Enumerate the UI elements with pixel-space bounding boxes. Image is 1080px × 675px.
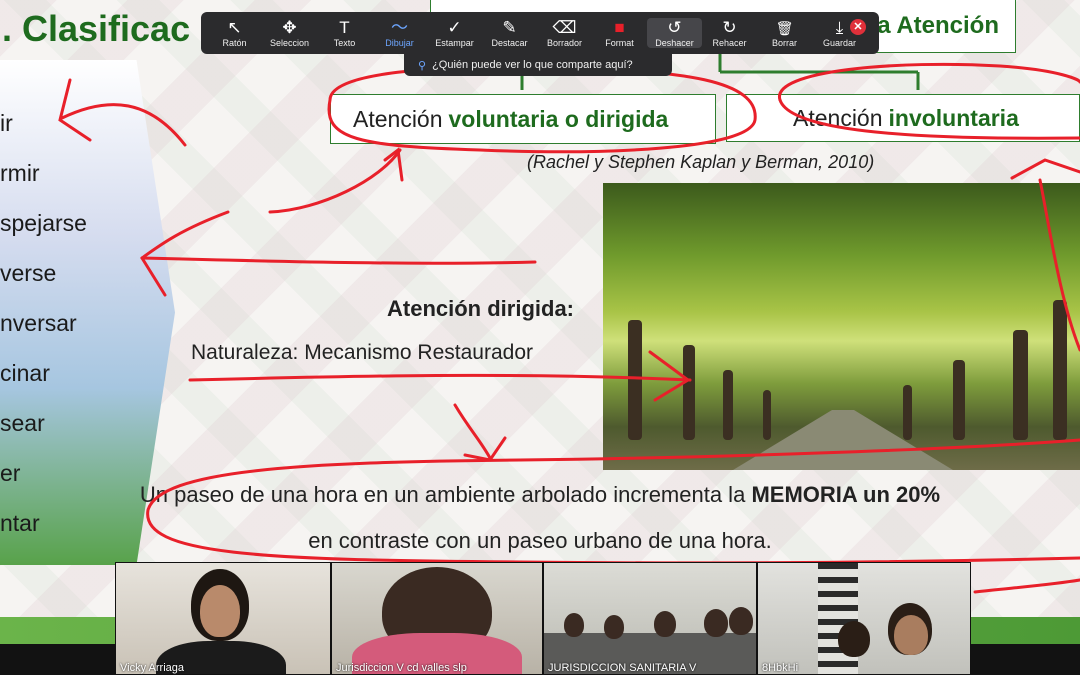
trash-icon: 🗑 (775, 20, 794, 36)
user-lock-icon: ⚲ (418, 59, 427, 72)
tool-label: Guardar (822, 38, 857, 48)
tool-label: Rehacer (712, 38, 747, 48)
format-tool[interactable]: ■ Format (592, 18, 647, 48)
tool-label: Borrador (546, 38, 582, 48)
voluntary-attention-box: Atención voluntaria o dirigida (330, 94, 716, 144)
participant-tile[interactable]: Jurisdiccion V cd valles slp (331, 562, 543, 675)
tool-label: Format (605, 38, 634, 48)
participant-tile[interactable]: Vicky Arriaga (115, 562, 331, 675)
move-icon: ✥ (282, 18, 297, 37)
select-tool[interactable]: ✥ Seleccion (262, 18, 317, 48)
squiggle-icon: 〜 (391, 18, 408, 37)
statement-text: Un paseo de una hora en un ambiente arbo… (139, 482, 746, 507)
redo-tool[interactable]: ↻ Rehacer (702, 18, 757, 48)
checkmark-icon: ✓ (447, 18, 462, 37)
box-emphasis: involuntaria (888, 104, 1019, 131)
slide-title: . Clasificac (2, 8, 191, 49)
statement-emphasis: MEMORIA un 20% (751, 482, 941, 507)
attention-class-label: a Atención (877, 12, 999, 39)
redo-icon: ↻ (722, 18, 737, 37)
tool-label: Seleccion (269, 38, 310, 48)
verb-item: nversar (0, 310, 77, 336)
participant-name: Jurisdiccion V cd valles slp (336, 662, 467, 674)
involuntary-attention-box: Atención involuntaria (726, 94, 1080, 142)
spotlight-icon: ✎ (502, 18, 517, 37)
verb-item: ir (0, 110, 13, 136)
annotation-toolbar: ↖ Ratón ✥ Seleccion T Texto 〜 Dibujar ✓ Estam… (201, 12, 879, 54)
shared-slide: ir rmir spejarse verse nversar cinar sea… (0, 0, 1080, 675)
tool-label: Borrar (771, 38, 797, 48)
eraser-tool[interactable]: ⌫ Borrador (537, 18, 592, 48)
share-visibility-notice[interactable]: ⚲ ¿Quién puede ver lo que comparte aquí? (404, 54, 672, 76)
box-label: Atención (793, 104, 883, 131)
citation: (Rachel y Stephen Kaplan y Berman, 2010) (527, 152, 875, 172)
undo-icon: ↺ (667, 18, 682, 37)
text-tool[interactable]: T Texto (317, 18, 372, 48)
memory-statement-line2: en contraste con un paseo urbano de una … (308, 528, 772, 553)
tool-label: Deshacer (655, 38, 694, 48)
participant-name: JURISDICCION SANITARIA V (548, 662, 697, 674)
verb-item: rmir (0, 160, 40, 186)
verb-item: cinar (0, 360, 50, 386)
participant-tile[interactable]: 8HbkHi (757, 562, 971, 675)
verb-item: verse (0, 260, 57, 286)
eraser-icon: ⌫ (552, 18, 577, 37)
color-swatch-icon: ■ (614, 18, 625, 37)
stamp-tool[interactable]: ✓ Estampar (427, 18, 482, 48)
tool-label: Estampar (435, 38, 474, 48)
verb-item: sear (0, 410, 45, 436)
nature-mechanism-text: Naturaleza: Mecanismo Restaurador (191, 341, 533, 364)
undo-tool[interactable]: ↺ Deshacer (647, 18, 702, 48)
mouse-tool[interactable]: ↖ Ratón (207, 18, 262, 48)
tool-label: Texto (333, 38, 356, 48)
participant-name: 8HbkHi (762, 662, 799, 674)
box-emphasis: voluntaria o dirigida (448, 105, 669, 132)
verb-item: spejarse (0, 210, 87, 236)
tool-label: Destacar (491, 38, 528, 48)
close-annotation-icon[interactable]: ✕ (850, 19, 866, 35)
tree-avenue-photo (603, 183, 1080, 470)
tool-label: Ratón (222, 38, 247, 48)
share-notice-text: ¿Quién puede ver lo que comparte aquí? (432, 59, 633, 71)
cursor-icon: ↖ (227, 18, 242, 37)
participant-tile[interactable]: JURISDICCION SANITARIA V (543, 562, 757, 675)
download-icon: ⤓ (835, 18, 844, 37)
text-icon: T (339, 18, 350, 37)
tool-label: Dibujar (385, 38, 414, 48)
highlight-tool[interactable]: ✎ Destacar (482, 18, 537, 48)
clear-tool[interactable]: 🗑 Borrar (757, 18, 812, 48)
memory-statement-line1: Un paseo de una hora en un ambiente arbo… (0, 482, 1080, 508)
draw-tool[interactable]: 〜 Dibujar (372, 18, 427, 48)
box-label: Atención (353, 105, 443, 132)
directed-attention-heading: Atención dirigida: (387, 296, 574, 321)
participant-name: Vicky Arriaga (120, 662, 184, 674)
